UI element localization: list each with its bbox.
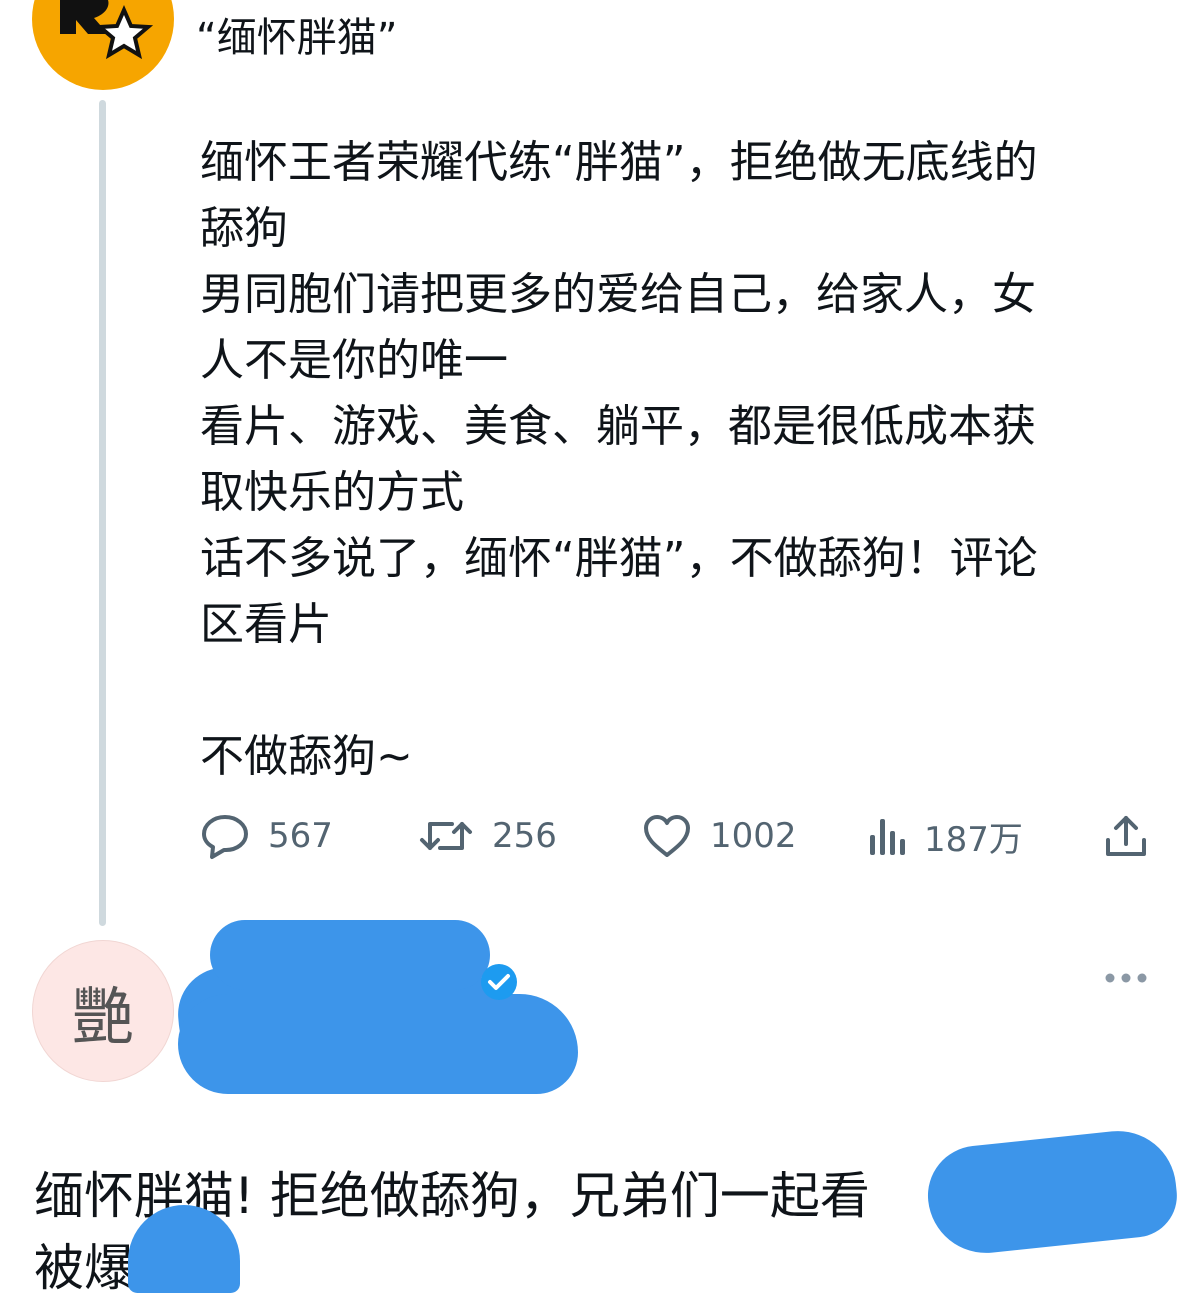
reply-text: 被爆	[34, 1239, 134, 1297]
post-line: 看片、游戏、美食、躺平，都是很低成本获	[200, 401, 1036, 452]
reply-avatar[interactable]: 艷	[32, 940, 174, 1082]
post-line: 舔狗	[200, 203, 288, 254]
view-count: 187万	[924, 819, 1023, 860]
post-line: 话不多说了，缅怀“胖猫”，不做舔狗！评论	[200, 533, 1038, 584]
like-count: 1002	[710, 816, 797, 856]
more-options-icon[interactable]	[1104, 970, 1148, 986]
post-line: 人不是你的唯一	[200, 335, 508, 386]
user-avatar[interactable]	[32, 0, 174, 90]
post-action-bar: 567 256 1002 187万	[0, 806, 1179, 866]
redacted-reply-text	[923, 1125, 1179, 1259]
rockstar-logo-icon	[60, 0, 154, 60]
post-closing: 不做舔狗~	[200, 731, 413, 782]
reply-icon	[202, 815, 248, 859]
post-line: 取快乐的方式	[200, 467, 464, 518]
post-line: 区看片	[200, 599, 332, 650]
share-button[interactable]	[1102, 806, 1150, 866]
post-body: 缅怀王者荣耀代练“胖猫”，拒绝做无底线的 舔狗 男同胞们请把更多的爱给自己，给家…	[200, 130, 1130, 790]
reply-button[interactable]: 567	[200, 806, 333, 866]
redacted-name-top	[210, 920, 490, 990]
verified-badge-icon	[481, 964, 517, 1000]
share-icon	[1106, 816, 1146, 856]
avatar-initial: 艷	[71, 980, 134, 1053]
thread-connector	[99, 100, 106, 926]
views-button[interactable]: 187万	[866, 806, 1023, 866]
post-line: 男同胞们请把更多的爱给自己，给家人，女	[200, 269, 1036, 320]
retweet-button[interactable]: 256	[418, 806, 557, 866]
views-icon	[870, 819, 905, 855]
post-line: 缅怀王者荣耀代练“胖猫”，拒绝做无底线的	[200, 137, 1038, 188]
post-title: “缅怀胖猫”	[196, 15, 398, 61]
redacted-handle	[178, 994, 578, 1094]
retweet-count: 256	[492, 816, 557, 856]
reply-count: 567	[268, 816, 333, 856]
heart-icon	[644, 815, 690, 857]
like-button[interactable]: 1002	[642, 806, 797, 866]
retweet-icon	[420, 822, 472, 850]
